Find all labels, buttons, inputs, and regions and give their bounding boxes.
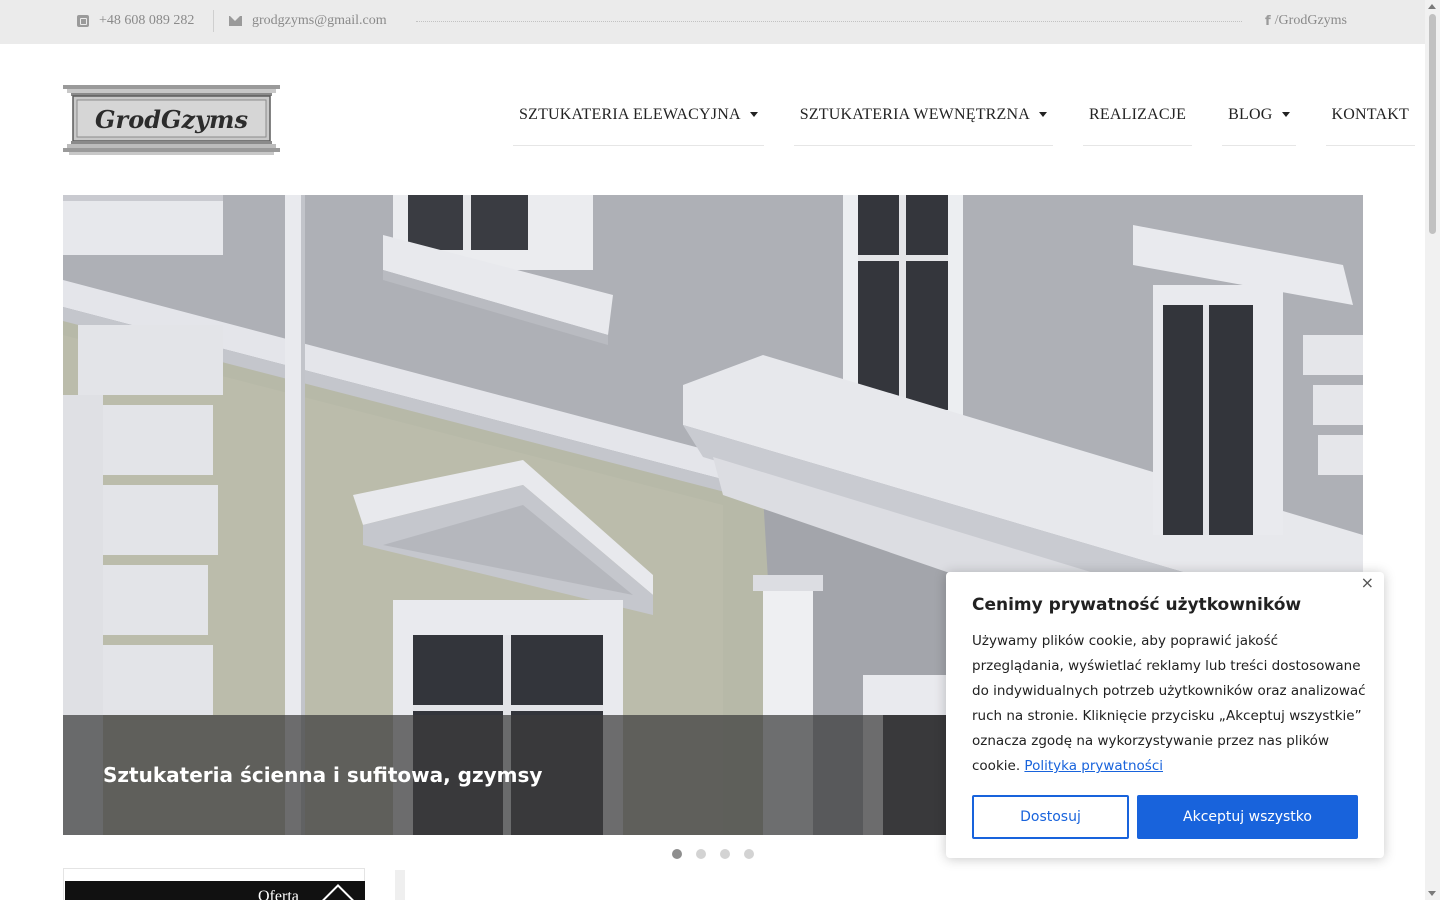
phone-number[interactable]: +48 608 089 282 — [99, 13, 194, 29]
email-address[interactable]: grodgzyms@gmail.com — [252, 13, 387, 29]
customize-button[interactable]: Dostosuj — [972, 795, 1129, 839]
scroll-up-arrow-icon[interactable] — [1428, 4, 1436, 9]
nav-item-label: SZTUKATERIA WEWNĘTRZNA — [799, 105, 1031, 123]
caret-down-icon — [1039, 112, 1048, 117]
cookie-description: Używamy plików cookie, aby poprawić jako… — [972, 629, 1367, 779]
hero-caption: Sztukateria ścienna i sufitowa, gzymsy — [103, 763, 543, 787]
offer-title: Oferta — [258, 888, 299, 900]
nav-item-kontakt[interactable]: KONTAKT — [1325, 85, 1415, 146]
page-scrollbar[interactable] — [1425, 0, 1440, 900]
nav-item-blog[interactable]: BLOG — [1222, 85, 1296, 146]
slider-dot-2[interactable] — [696, 849, 706, 859]
cookie-text: Używamy plików cookie, aby poprawić jako… — [972, 633, 1366, 774]
nav-item-label: BLOG — [1228, 105, 1273, 123]
cookie-title: Cenimy prywatność użytkowników — [972, 595, 1302, 615]
close-icon[interactable]: × — [1361, 575, 1374, 591]
phone-contact[interactable]: +48 608 089 282 — [77, 10, 194, 32]
email-contact[interactable]: grodgzyms@gmail.com — [229, 10, 387, 32]
offer-banner — [65, 881, 365, 900]
nav-item-label: KONTAKT — [1331, 105, 1409, 123]
facebook-icon: f — [1265, 13, 1271, 29]
facebook-handle[interactable]: /GrodGzyms — [1275, 13, 1347, 29]
privacy-policy-link[interactable]: Polityka prywatności — [1024, 758, 1163, 774]
topbar-divider — [213, 10, 214, 32]
site-logo[interactable]: GrodGzyms — [63, 85, 280, 155]
envelope-icon — [229, 16, 242, 26]
main-navigation: SZTUKATERIA ELEWACYJNA SZTUKATERIA WEWNĘ… — [513, 85, 1415, 146]
nav-item-label: SZTUKATERIA ELEWACYJNA — [519, 105, 741, 123]
phone-square-icon — [77, 15, 89, 27]
scroll-down-arrow-icon[interactable] — [1428, 891, 1436, 896]
top-bar: +48 608 089 282 grodgzyms@gmail.com f /G… — [0, 0, 1425, 44]
facebook-link[interactable]: f /GrodGzyms — [1265, 10, 1347, 32]
cookie-consent-dialog: × Cenimy prywatność użytkowników Używamy… — [946, 572, 1384, 858]
nav-item-realizacje[interactable]: REALIZACJE — [1083, 85, 1193, 146]
accept-all-button[interactable]: Akceptuj wszystko — [1137, 795, 1358, 839]
slider-dot-3[interactable] — [720, 849, 730, 859]
sidebar-offer-card[interactable]: Oferta — [63, 868, 365, 900]
slider-dot-1[interactable] — [672, 849, 682, 859]
slider-pagination — [672, 849, 754, 859]
slider-dot-4[interactable] — [744, 849, 754, 859]
content-column-edge — [395, 870, 405, 900]
nav-item-sztukateria-elewacyjna[interactable]: SZTUKATERIA ELEWACYJNA — [513, 85, 764, 146]
caret-down-icon — [749, 112, 758, 117]
scrollbar-thumb[interactable] — [1429, 14, 1436, 234]
nav-item-sztukateria-wewnetrzna[interactable]: SZTUKATERIA WEWNĘTRZNA — [793, 85, 1054, 146]
nav-item-label: REALIZACJE — [1089, 105, 1187, 123]
topbar-dotted-line — [416, 21, 1242, 22]
caret-down-icon — [1281, 112, 1290, 117]
logo-text: GrodGzyms — [95, 105, 248, 134]
